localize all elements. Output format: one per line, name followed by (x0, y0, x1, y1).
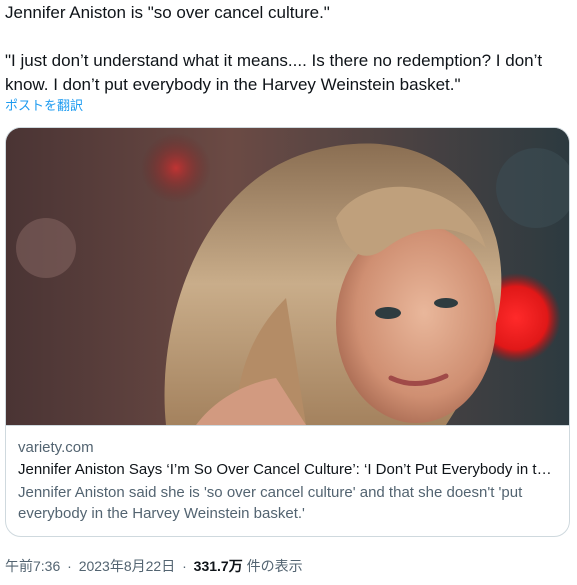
card-image (6, 128, 569, 425)
tweet-text: Jennifer Aniston is "so over cancel cult… (5, 1, 571, 97)
tweet-text-line-1: Jennifer Aniston is "so over cancel cult… (5, 3, 330, 22)
translate-post-link[interactable]: ポストを翻訳 (5, 97, 83, 115)
tweet: Jennifer Aniston is "so over cancel cult… (0, 0, 577, 585)
card-description: Jennifer Aniston said she is 'so over ca… (18, 484, 523, 522)
card-body: variety.com Jennifer Aniston Says ‘I’m S… (6, 425, 569, 524)
tweet-text-line-2: "I just don’t understand what it means..… (5, 51, 547, 94)
post-time[interactable]: 午前7:36 (5, 558, 60, 574)
meta-separator: · (67, 558, 72, 574)
link-preview-card[interactable]: variety.com Jennifer Aniston Says ‘I’m S… (5, 127, 570, 537)
tweet-meta: 午前7:36 · 2023年8月22日 · 331.7万 件の表示 (5, 556, 303, 576)
views-count: 331.7万 (193, 558, 243, 574)
card-domain: variety.com (18, 439, 94, 456)
card-title: Jennifer Aniston Says ‘I’m So Over Cance… (18, 461, 557, 478)
meta-separator: · (182, 558, 187, 574)
views-label: 件の表示 (246, 558, 303, 574)
post-date[interactable]: 2023年8月22日 (79, 558, 176, 574)
